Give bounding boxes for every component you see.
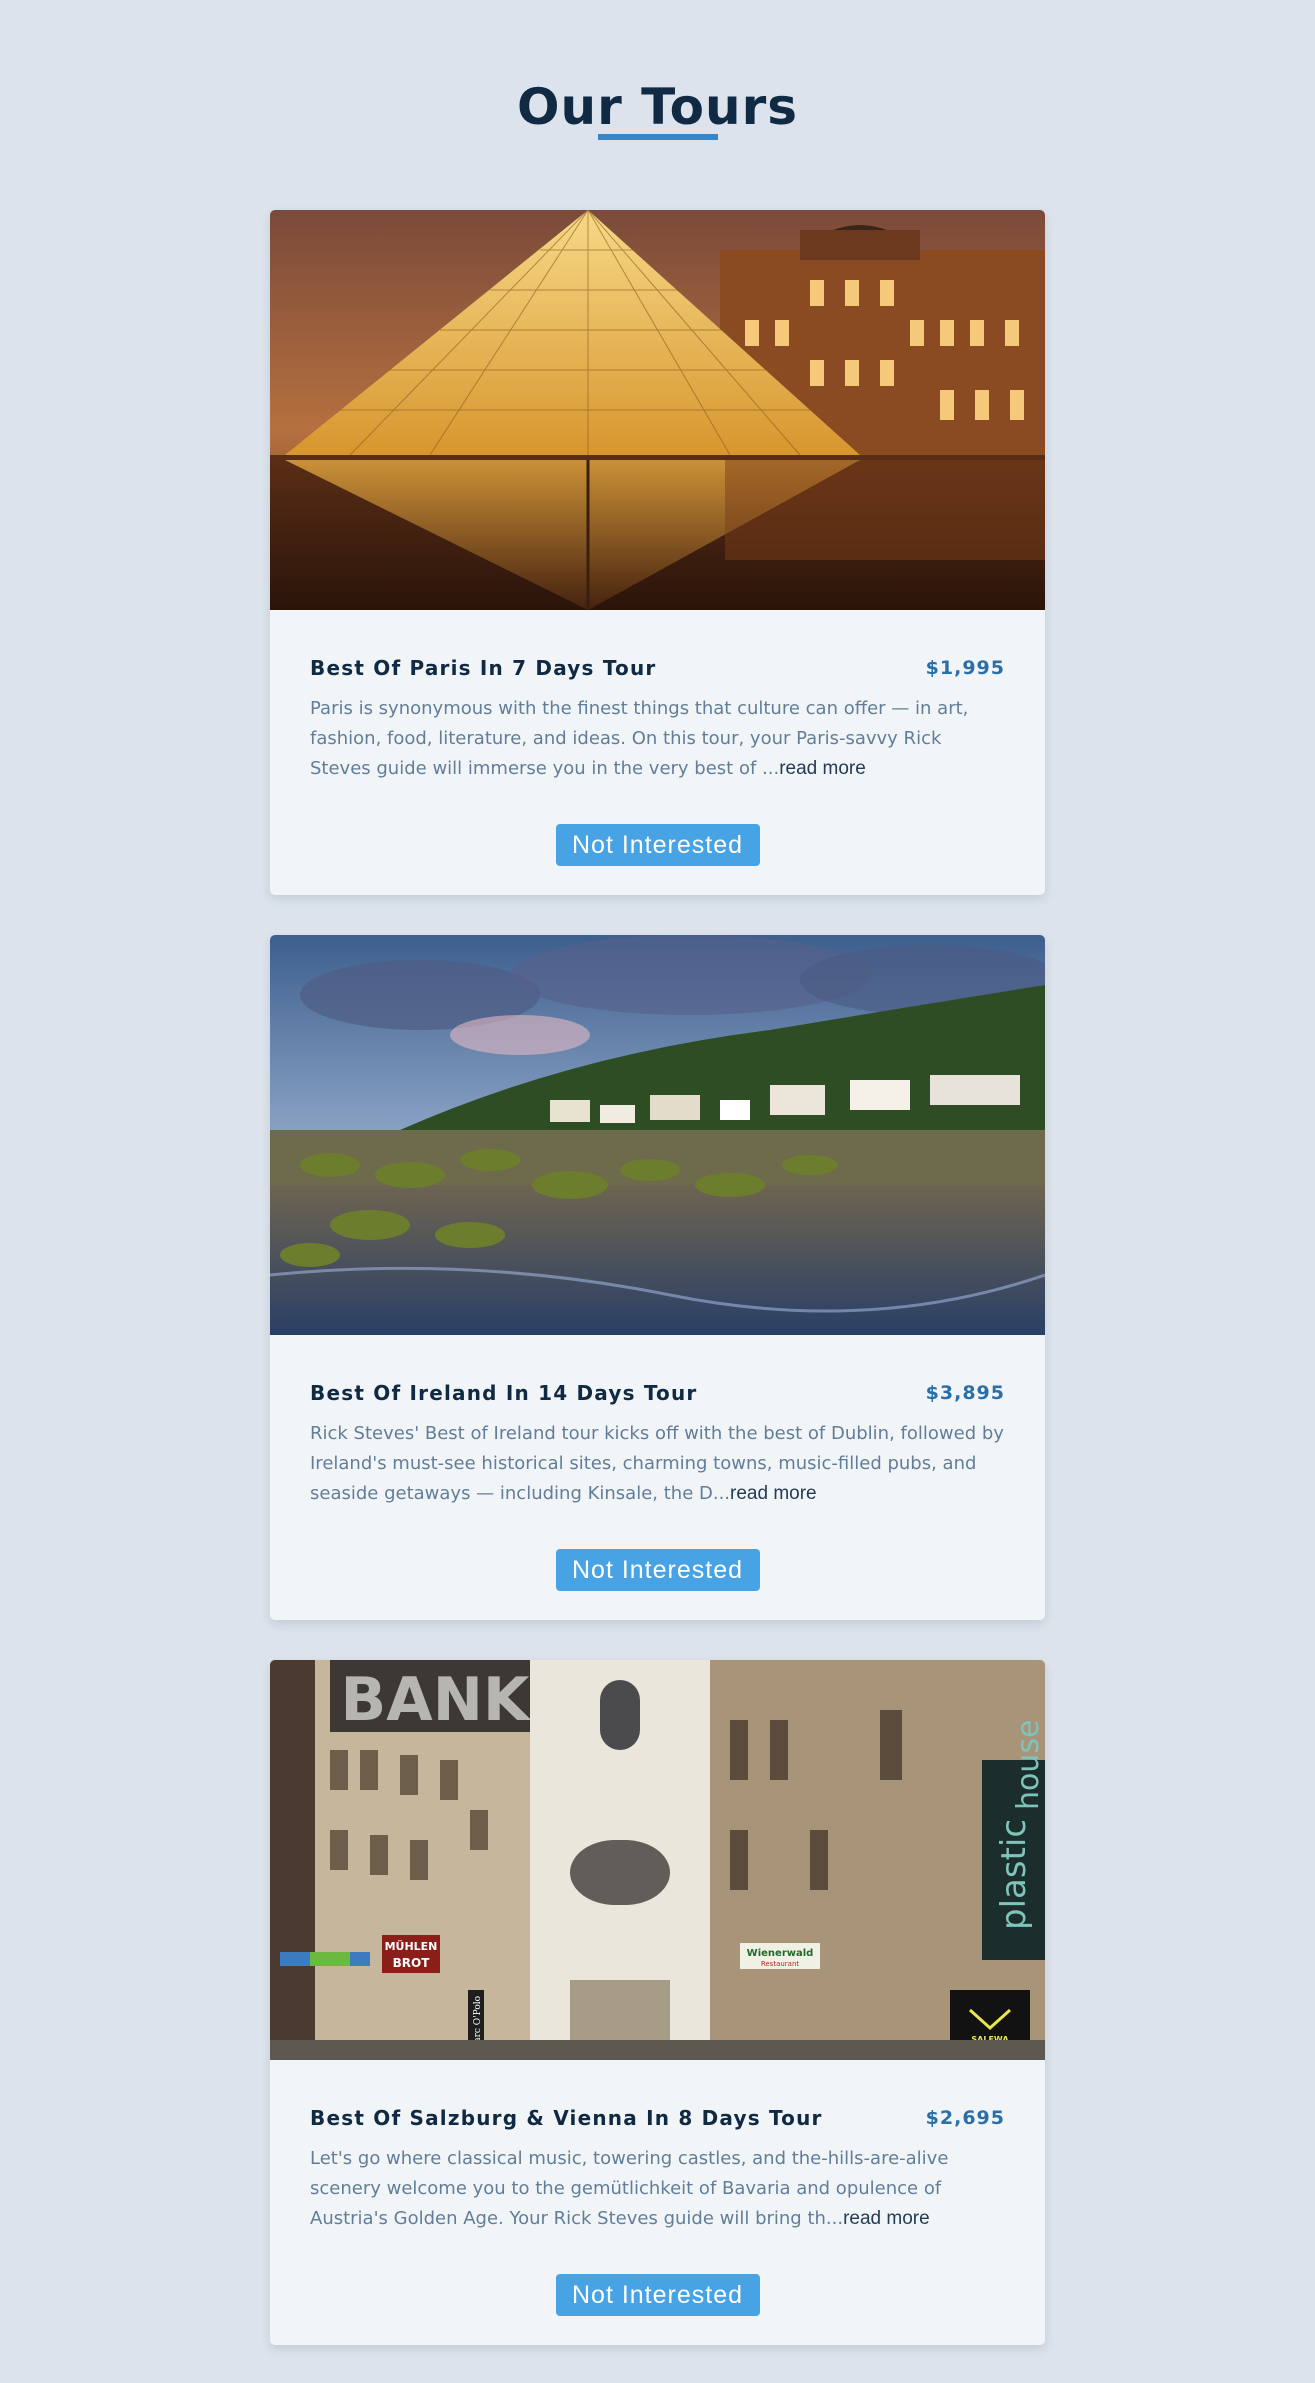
not-interested-button[interactable]: Not Interested <box>555 2274 760 2316</box>
irish-coast-photo <box>270 935 1045 1335</box>
tour-header: Best Of Ireland In 14 Days Tour $3,895 <box>310 1381 1005 1405</box>
tour-info: Best Of Paris In 7 Days Tour $1,995 Pari… <box>270 656 1045 866</box>
tour-description: Paris is synonymous with the finest thin… <box>310 694 1005 784</box>
not-interested-button[interactable]: Not Interested <box>555 824 760 866</box>
tour-price: $3,895 <box>925 1382 1005 1404</box>
tour-price: $1,995 <box>925 657 1005 679</box>
tour-price: $2,695 <box>925 2107 1005 2129</box>
read-more-button[interactable]: read more <box>730 1483 817 1505</box>
tour-description: Rick Steves' Best of Ireland tour kicks … <box>310 1419 1005 1509</box>
button-wrap: Not Interested <box>310 2274 1005 2316</box>
louvre-pyramid-photo <box>270 210 1045 610</box>
tour-card-salzburg-vienna: BANK plastic house MÜHLEN BROT Wienerwal… <box>270 1660 1045 2345</box>
plastic-sign: plastic <box>994 1819 1034 1930</box>
tour-description: Let's go where classical music, towering… <box>310 2144 1005 2234</box>
muhlen-sign: MÜHLEN <box>385 1939 438 1953</box>
description-text: Rick Steves' Best of Ireland tour kicks … <box>310 1423 1004 1504</box>
title-section: Our Tours <box>0 74 1315 140</box>
tour-info: Best Of Ireland In 14 Days Tour $3,895 R… <box>270 1381 1045 1591</box>
tour-name: Best Of Salzburg & Vienna In 8 Days Tour <box>310 2106 823 2130</box>
tour-card-paris: Best Of Paris In 7 Days Tour $1,995 Pari… <box>270 210 1045 895</box>
tour-info: Best Of Salzburg & Vienna In 8 Days Tour… <box>270 2106 1045 2316</box>
brot-sign: BROT <box>393 1956 431 1970</box>
button-wrap: Not Interested <box>310 824 1005 866</box>
tour-name: Best Of Ireland In 14 Days Tour <box>310 1381 698 1405</box>
wienerwald-sign: Wienerwald <box>747 1948 814 1959</box>
restaurant-sign: Restaurant <box>761 1960 800 1968</box>
button-wrap: Not Interested <box>310 1549 1005 1591</box>
bank-sign: BANK <box>341 1665 532 1735</box>
read-more-button[interactable]: read more <box>779 758 866 780</box>
vienna-street-photo: BANK plastic house MÜHLEN BROT Wienerwal… <box>270 1660 1045 2060</box>
page-title: Our Tours <box>517 78 798 136</box>
tour-header: Best Of Salzburg & Vienna In 8 Days Tour… <box>310 2106 1005 2130</box>
tour-name: Best Of Paris In 7 Days Tour <box>310 656 657 680</box>
read-more-button[interactable]: read more <box>843 2208 930 2230</box>
description-text: Paris is synonymous with the finest thin… <box>310 698 969 779</box>
tour-header: Best Of Paris In 7 Days Tour $1,995 <box>310 656 1005 680</box>
tour-card-ireland: Best Of Ireland In 14 Days Tour $3,895 R… <box>270 935 1045 1620</box>
not-interested-button[interactable]: Not Interested <box>555 1549 760 1591</box>
house-sign: house <box>1011 1720 1045 1810</box>
